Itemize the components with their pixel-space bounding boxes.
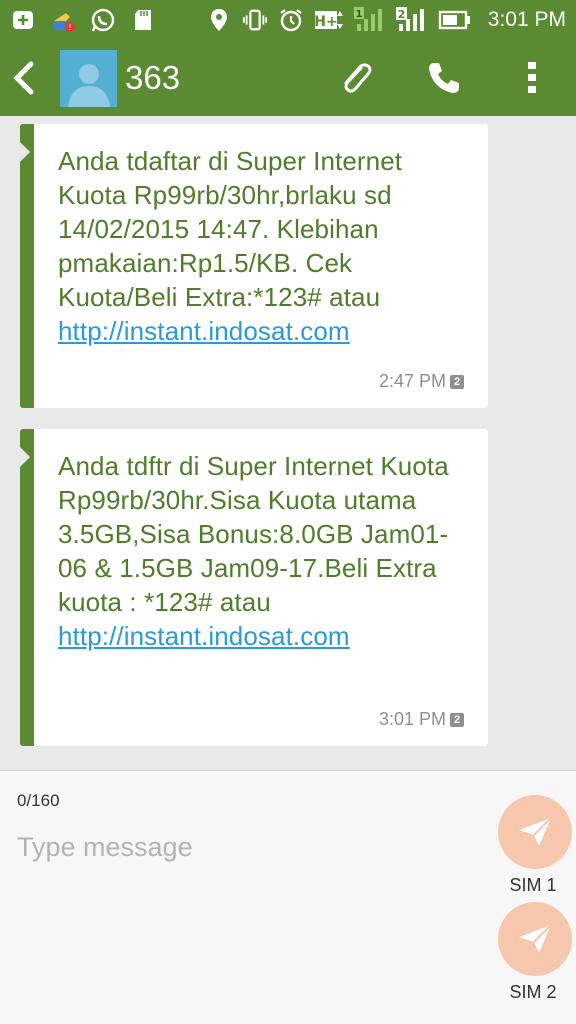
send-icon <box>519 924 552 953</box>
message-link[interactable]: http://instant.indosat.com <box>58 621 350 651</box>
send-sim1-button[interactable] <box>498 795 572 869</box>
hplus-network-icon: H+ <box>314 7 344 33</box>
send-icon <box>519 817 552 846</box>
overflow-menu-button[interactable] <box>488 40 576 116</box>
overflow-menu-icon <box>528 62 536 93</box>
contact-name[interactable]: 363 <box>125 59 180 97</box>
back-button[interactable] <box>0 40 48 116</box>
sim2-label: SIM 2 <box>509 982 557 1002</box>
phone-icon <box>429 63 459 93</box>
attach-icon <box>344 63 372 93</box>
call-button[interactable] <box>400 40 488 116</box>
whatsapp-icon <box>90 7 116 33</box>
signal-sim1-icon: 1 <box>353 7 386 33</box>
add-box-icon <box>10 7 36 33</box>
message-meta: 3:01 PM 2 <box>379 709 464 730</box>
status-time: 3:01 PM <box>487 8 566 31</box>
battery-icon <box>438 7 472 33</box>
attach-button[interactable] <box>312 40 400 116</box>
cleaner-icon: ! <box>50 7 76 33</box>
sd-card-icon <box>130 7 156 33</box>
message-composer: 0/160 SIM 1 SIM 2 <box>0 770 576 1024</box>
status-bar: ! H+ 1 2 3:01 PM <box>0 0 576 40</box>
sim1-label: SIM 1 <box>509 875 557 895</box>
contact-avatar[interactable] <box>60 49 117 107</box>
message-time: 2:47 PM <box>378 371 446 391</box>
sim-badge-icon: 2 <box>450 374 464 389</box>
message-bubble[interactable]: Anda tdftr di Super Internet Kuota Rp99r… <box>20 429 488 746</box>
send-sim2-button[interactable] <box>498 902 572 976</box>
svg-text:H+: H+ <box>314 14 337 30</box>
svg-text:2: 2 <box>397 8 405 21</box>
app-bar: 363 <box>0 40 576 116</box>
message-link[interactable]: http://instant.indosat.com <box>58 316 350 346</box>
message-input[interactable] <box>17 827 477 867</box>
message-meta: 2:47 PM 2 <box>379 371 464 392</box>
message-thread[interactable]: Anda tdaftar di Super Internet Kuota Rp9… <box>0 116 576 770</box>
char-counter: 0/160 <box>17 791 60 810</box>
message-time: 3:01 PM <box>378 709 446 729</box>
svg-text:!: ! <box>68 23 71 32</box>
signal-sim2-icon: 2 <box>395 7 428 33</box>
message-text: Anda tdaftar di Super Internet Kuota Rp9… <box>58 146 403 346</box>
message-text: Anda tdftr di Super Internet Kuota Rp99r… <box>58 451 449 651</box>
vibrate-icon <box>242 7 268 33</box>
alarm-icon <box>278 7 304 33</box>
sim-badge-icon: 2 <box>450 712 464 727</box>
location-icon <box>206 7 232 33</box>
message-bubble[interactable]: Anda tdaftar di Super Internet Kuota Rp9… <box>20 124 488 408</box>
person-silhouette-icon <box>67 63 110 107</box>
back-arrow-icon <box>13 61 34 95</box>
svg-text:1: 1 <box>355 9 362 20</box>
